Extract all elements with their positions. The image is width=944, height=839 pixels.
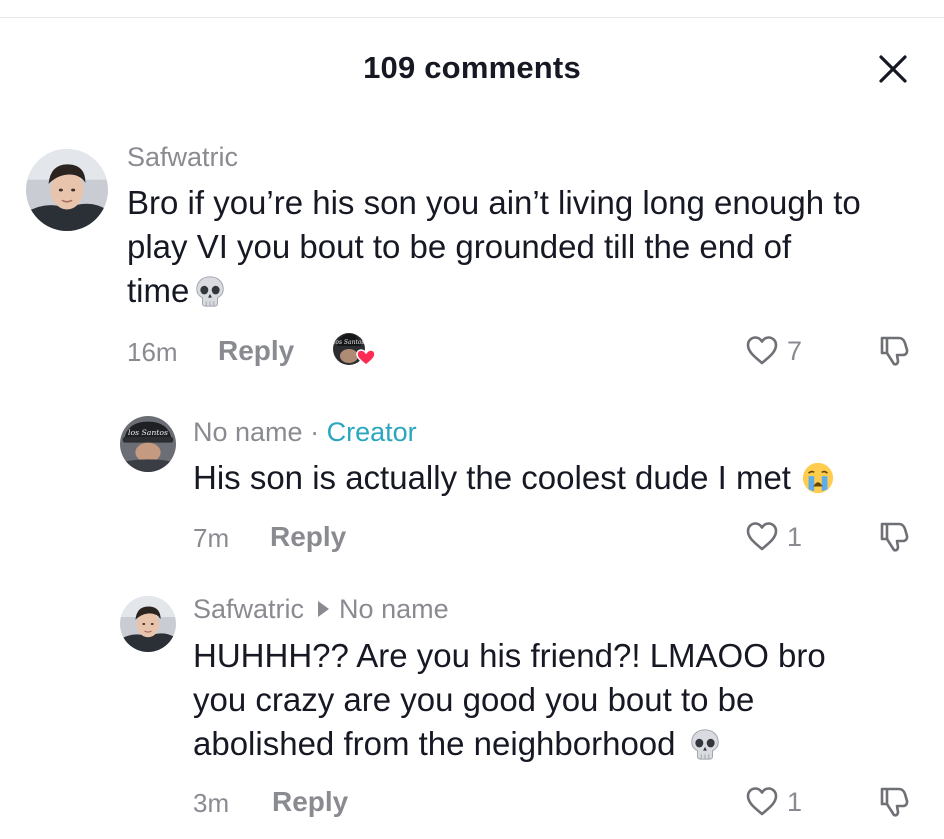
comment-username[interactable]: Safwatric (127, 142, 238, 173)
reply-username-row: No name · Creator (193, 417, 417, 448)
comment-username[interactable]: Safwatric (193, 594, 304, 624)
comment-username[interactable]: No name (193, 417, 303, 447)
comments-count-title: 109 comments (363, 50, 581, 85)
comment-time: 16m (127, 337, 178, 367)
comment-text: Bro if you’re his son you ain’t living l… (127, 181, 927, 313)
skull-emoji (688, 727, 722, 761)
reply-button[interactable]: Reply (218, 335, 294, 367)
like-count: 1 (787, 787, 803, 817)
avatar[interactable] (120, 416, 176, 472)
heart-icon[interactable] (745, 785, 779, 817)
heart-icon[interactable] (745, 334, 779, 366)
reply-button[interactable]: Reply (270, 521, 346, 553)
reply-username-row: Safwatric No name (193, 594, 449, 625)
comment-text-line: you crazy are you good you bout to be (193, 681, 755, 718)
comment-text: HUHHH?? Are you his friend?! LMAOO bro y… (193, 634, 913, 766)
reply-arrow-icon (318, 601, 330, 618)
comment-text-line: Bro if you’re his son you ain’t living l… (127, 184, 861, 221)
reply-button[interactable]: Reply (272, 786, 348, 818)
separator-dot: · (310, 417, 320, 447)
dislike-icon[interactable] (877, 519, 911, 553)
comment-text-line: play VI you bout to be grounded till the… (127, 228, 792, 265)
creator-liked-badge: los Santos (332, 330, 376, 368)
reply-to-username[interactable]: No name (339, 594, 449, 624)
avatar[interactable] (26, 149, 108, 231)
dislike-icon[interactable] (877, 784, 911, 818)
comment-text: His son is actually the coolest dude I m… (193, 456, 913, 500)
heart-icon[interactable] (745, 520, 779, 552)
like-count: 7 (787, 336, 803, 366)
comment-text-line: time (127, 269, 927, 313)
avatar[interactable] (120, 596, 176, 652)
comment-text-line-end: time (127, 272, 190, 309)
comment-time: 3m (193, 788, 230, 818)
comment-text-line: abolished from the neighborhood (193, 722, 913, 766)
comment-time: 7m (193, 523, 230, 553)
skull-emoji (193, 274, 227, 308)
comment-text-line-end: abolished from the neighborhood (193, 725, 676, 762)
creator-badge: Creator (326, 417, 417, 447)
comment-text-content: His son is actually the coolest dude I m… (193, 459, 791, 496)
svg-text:los Santos: los Santos (333, 339, 364, 346)
like-count: 1 (787, 522, 803, 552)
dislike-icon[interactable] (877, 333, 911, 367)
crying-face-emoji (801, 461, 835, 495)
comment-text-line: HUHHH?? Are you his friend?! LMAOO bro (193, 637, 826, 674)
close-icon[interactable] (872, 48, 914, 90)
top-divider (0, 17, 944, 18)
